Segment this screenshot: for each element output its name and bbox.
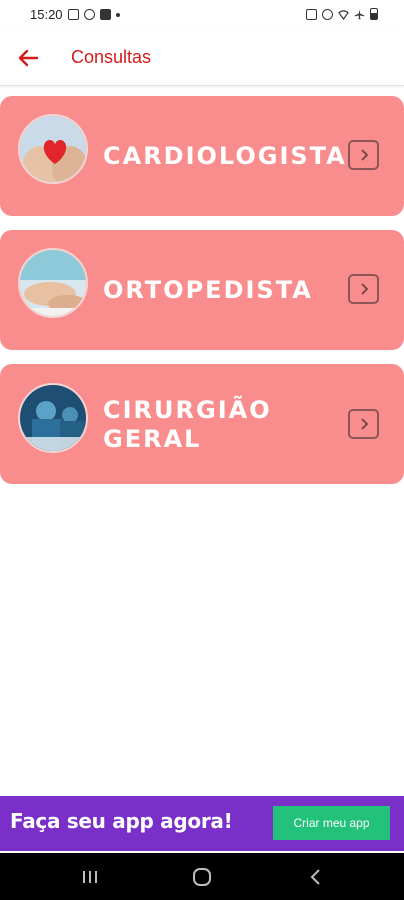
dot-icon — [115, 12, 120, 17]
system-back-button[interactable] — [296, 865, 336, 889]
status-bar: 15:20 — [0, 0, 404, 30]
nfc-icon — [306, 8, 317, 20]
app-bar: Consultas — [0, 30, 404, 86]
promo-banner[interactable]: Faça seu app agora! Criar meu app — [0, 796, 404, 851]
status-time: 15:20 — [30, 7, 63, 22]
recents-icon — [83, 871, 97, 883]
battery-icon — [370, 8, 378, 20]
status-right — [306, 8, 378, 20]
chevron-right-icon — [348, 274, 379, 304]
wifi-icon — [338, 9, 349, 20]
youtube-icon — [99, 9, 111, 20]
specialty-card-cirurgiao-geral[interactable]: CIRURGIÃO GERAL — [0, 364, 404, 484]
airplane-icon — [354, 9, 365, 19]
specialty-card-ortopedista[interactable]: ORTOPEDISTA — [0, 230, 404, 350]
chevron-right-icon — [348, 140, 379, 170]
status-left: 15:20 — [30, 7, 120, 22]
back-button[interactable] — [12, 44, 44, 72]
page-title: Consultas — [71, 47, 152, 67]
specialty-label: CIRURGIÃO GERAL — [103, 396, 272, 453]
chevron-right-icon — [348, 409, 379, 439]
sync-icon — [83, 9, 95, 20]
system-nav-bar — [0, 853, 404, 900]
orthopedic-exam-photo — [18, 248, 88, 318]
image-icon — [67, 9, 79, 20]
home-button[interactable] — [182, 865, 222, 889]
surgery-room-photo — [18, 383, 88, 453]
recents-button[interactable] — [70, 865, 110, 889]
banner-text: Faça seu app agora! — [10, 809, 233, 833]
arrow-left-icon — [18, 49, 39, 67]
home-icon — [193, 868, 211, 886]
create-app-button[interactable]: Criar meu app — [273, 806, 390, 840]
back-chevron-icon — [310, 869, 320, 885]
heart-in-hands-photo — [18, 114, 88, 184]
alarm-icon — [322, 8, 333, 20]
specialty-label: CARDIOLOGISTA — [103, 142, 347, 170]
specialty-label: ORTOPEDISTA — [103, 276, 313, 304]
specialty-card-cardiologista[interactable]: CARDIOLOGISTA — [0, 96, 404, 216]
